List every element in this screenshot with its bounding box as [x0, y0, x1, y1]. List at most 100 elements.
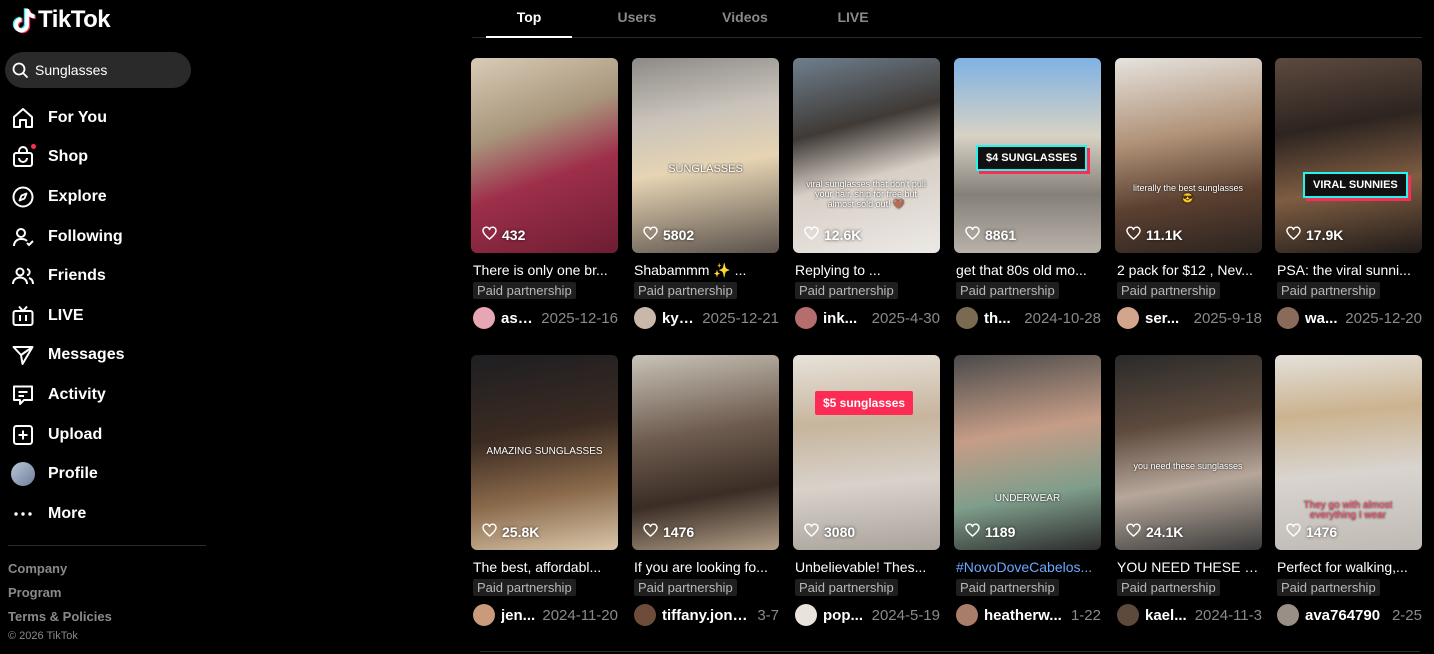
video-thumbnail[interactable]: VIRAL SUNNIES 17.9K — [1275, 58, 1422, 253]
heart-icon — [1286, 523, 1301, 540]
footer-link-program[interactable]: Program — [8, 585, 112, 609]
video-card[interactable]: you need these sunglasses 24.1K YOU NEED… — [1115, 355, 1262, 627]
video-meta: ser... 2025-9-18 — [1117, 306, 1262, 330]
user-avatar[interactable] — [795, 307, 817, 329]
video-title[interactable]: There is only one br... — [473, 262, 618, 279]
video-card[interactable]: They go with almost everything I wear 14… — [1275, 355, 1422, 627]
username[interactable]: tiffany.jone... — [662, 607, 753, 624]
nav-item-shop[interactable]: Shop — [0, 138, 210, 178]
tab-videos[interactable]: Videos — [708, 0, 782, 36]
video-thumbnail[interactable]: UNDERWEAR 1189 — [954, 355, 1101, 550]
nav-label: Explore — [48, 187, 107, 205]
nav-item-friends[interactable]: Friends — [0, 256, 210, 296]
video-card[interactable]: SUNGLASSES 5802 Shabammm ✨ ... Paid part… — [632, 58, 779, 330]
user-avatar[interactable] — [956, 604, 978, 626]
video-card[interactable]: UNDERWEAR 1189 #NovoDoveCabelos... Paid … — [954, 355, 1101, 627]
video-thumbnail[interactable]: literally the best sunglasses 😎 11.1K — [1115, 58, 1262, 253]
video-title[interactable]: #NovoDoveCabelos... — [956, 559, 1101, 576]
video-overlay-badge: $4 SUNGLASSES — [976, 145, 1088, 171]
video-title[interactable]: get that 80s old mo... — [956, 262, 1101, 279]
search-bar[interactable] — [5, 52, 191, 88]
video-title[interactable]: Shabammm ✨ ... — [634, 262, 779, 279]
user-avatar[interactable] — [1277, 307, 1299, 329]
video-title[interactable]: Replying to ... — [795, 262, 940, 279]
tiktok-note-icon — [12, 8, 36, 34]
username[interactable]: wa... — [1305, 310, 1338, 327]
video-card[interactable]: literally the best sunglasses 😎 11.1K 2 … — [1115, 58, 1262, 330]
user-avatar[interactable] — [956, 307, 978, 329]
video-thumbnail[interactable]: They go with almost everything I wear 14… — [1275, 355, 1422, 550]
nav-item-profile[interactable]: Profile — [0, 454, 210, 494]
username[interactable]: kael... — [1145, 607, 1187, 624]
tab-users[interactable]: Users — [602, 0, 672, 36]
user-avatar[interactable] — [1277, 604, 1299, 626]
like-count-value: 1476 — [1306, 523, 1338, 540]
nav-item-for-you[interactable]: For You — [0, 98, 210, 138]
tab-live[interactable]: LIVE — [822, 0, 884, 36]
nav-item-more[interactable]: More — [0, 494, 210, 534]
tab-top[interactable]: Top — [486, 0, 572, 38]
like-count-value: 3080 — [824, 523, 856, 540]
shop-icon — [11, 144, 36, 169]
video-title[interactable]: YOU NEED THESE S... — [1117, 559, 1262, 576]
username[interactable]: jen... — [501, 607, 535, 624]
nav-item-explore[interactable]: Explore — [0, 177, 210, 217]
video-title[interactable]: If you are looking fo... — [634, 559, 779, 576]
username[interactable]: ink... — [823, 310, 857, 327]
video-card[interactable]: $5 sunglasses 3080 Unbelievable! Thes...… — [793, 355, 940, 627]
nav-item-upload[interactable]: Upload — [0, 415, 210, 455]
user-avatar[interactable] — [473, 307, 495, 329]
copyright: © 2026 TikTok — [8, 630, 78, 642]
search-input[interactable] — [33, 61, 187, 79]
like-count-value: 8861 — [985, 226, 1017, 243]
footer-link-company[interactable]: Company — [8, 561, 112, 585]
paper-plane-icon — [11, 343, 35, 367]
user-avatar[interactable] — [795, 604, 817, 626]
post-date: 2024-10-28 — [1024, 309, 1101, 327]
username[interactable]: kya... — [662, 310, 698, 327]
following-icon — [11, 225, 35, 249]
video-thumbnail[interactable]: AMAZING SUNGLASSES 25.8K — [471, 355, 618, 550]
like-count: 25.8K — [482, 523, 539, 540]
username[interactable]: heatherw... — [984, 607, 1062, 624]
video-card[interactable]: VIRAL SUNNIES 17.9K PSA: the viral sunni… — [1275, 58, 1422, 330]
video-title[interactable]: Unbelievable! Thes... — [795, 559, 940, 576]
video-meta: kya... 2025-12-21 — [634, 306, 779, 330]
user-avatar[interactable] — [634, 307, 656, 329]
nav-item-following[interactable]: Following — [0, 217, 210, 257]
video-thumbnail[interactable]: viral sunglasses that don't pull your ha… — [793, 58, 940, 253]
video-thumbnail[interactable]: you need these sunglasses 24.1K — [1115, 355, 1262, 550]
username[interactable]: ash... — [501, 310, 537, 327]
tiktok-logo[interactable]: TikTok — [10, 6, 111, 34]
post-date: 2024-5-19 — [871, 606, 940, 624]
video-thumbnail[interactable]: $5 sunglasses 3080 — [793, 355, 940, 550]
video-thumbnail[interactable]: 1476 — [632, 355, 779, 550]
nav-item-messages[interactable]: Messages — [0, 336, 210, 376]
user-avatar[interactable] — [634, 604, 656, 626]
nav-label: More — [48, 504, 87, 522]
nav-item-activity[interactable]: Activity — [0, 375, 210, 415]
video-card[interactable]: 432 There is only one br... Paid partner… — [471, 58, 618, 330]
video-title[interactable]: The best, affordabl... — [473, 559, 618, 576]
video-title[interactable]: Perfect for walking,... — [1277, 559, 1422, 576]
avatar — [11, 462, 35, 487]
video-card[interactable]: 1476 If you are looking fo... Paid partn… — [632, 355, 779, 627]
user-avatar[interactable] — [1117, 604, 1139, 626]
username[interactable]: ser... — [1145, 310, 1179, 327]
sidebar: TikTok For You Shop Explore — [0, 0, 210, 654]
username[interactable]: ava764790 — [1305, 607, 1380, 624]
video-thumbnail[interactable]: 432 — [471, 58, 618, 253]
post-date: 2025-12-16 — [541, 309, 618, 327]
video-card[interactable]: $4 SUNGLASSES 8861 get that 80s old mo..… — [954, 58, 1101, 330]
video-card[interactable]: viral sunglasses that don't pull your ha… — [793, 58, 940, 330]
video-card[interactable]: AMAZING SUNGLASSES 25.8K The best, affor… — [471, 355, 618, 627]
nav-item-live[interactable]: LIVE — [0, 296, 210, 336]
user-avatar[interactable] — [473, 604, 495, 626]
video-thumbnail[interactable]: SUNGLASSES 5802 — [632, 58, 779, 253]
video-title[interactable]: 2 pack for $12 , Nev... — [1117, 262, 1262, 279]
username[interactable]: pop... — [823, 607, 863, 624]
video-thumbnail[interactable]: $4 SUNGLASSES 8861 — [954, 58, 1101, 253]
user-avatar[interactable] — [1117, 307, 1139, 329]
video-title[interactable]: PSA: the viral sunni... — [1277, 262, 1422, 279]
username[interactable]: th... — [984, 310, 1011, 327]
